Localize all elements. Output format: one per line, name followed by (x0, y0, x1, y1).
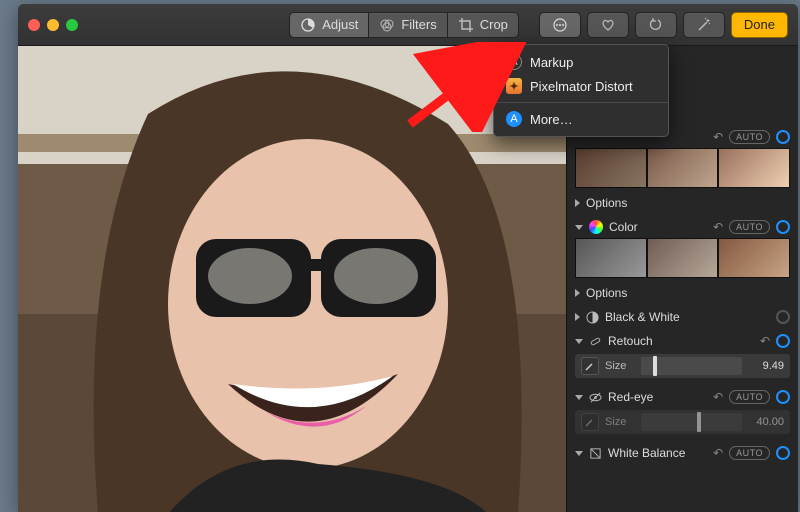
markup-icon: A (506, 54, 522, 70)
app-window: Adjust Filters Crop Done (18, 4, 798, 512)
thumb[interactable] (647, 148, 719, 188)
color-section-row[interactable]: Color ↶ AUTO (567, 214, 798, 238)
rotate-icon (648, 17, 664, 33)
thumb[interactable] (647, 238, 719, 278)
adjust-label: Adjust (322, 17, 358, 32)
markup-menu-item[interactable]: A Markup (494, 50, 668, 74)
size-label: Size (605, 416, 635, 428)
window-controls (28, 19, 78, 31)
auto-button[interactable]: AUTO (729, 130, 770, 144)
heart-icon (600, 17, 616, 33)
markup-label: Markup (530, 55, 573, 70)
color-wheel-icon (589, 220, 603, 234)
chevron-down-icon (575, 451, 583, 456)
titlebar: Adjust Filters Crop Done (18, 4, 798, 46)
wb-section-row[interactable]: White Balance ↶ AUTO (567, 440, 798, 464)
more-label: More… (530, 112, 573, 127)
edit-mode-segment: Adjust Filters Crop (289, 12, 519, 38)
chevron-right-icon (575, 313, 580, 321)
crop-tab[interactable]: Crop (447, 12, 519, 38)
color-label: Color (609, 220, 707, 234)
redeye-size-slider[interactable]: Size 40.00 (575, 410, 790, 434)
slider-track[interactable] (641, 413, 742, 431)
pixelmator-icon: ✦ (506, 78, 522, 94)
bw-label: Black & White (605, 310, 770, 324)
thumb[interactable] (718, 148, 790, 188)
crop-label: Crop (480, 17, 508, 32)
auto-button[interactable]: AUTO (729, 390, 770, 404)
options-row[interactable]: Options (567, 192, 798, 214)
retouch-size-slider[interactable]: Size 9.49 (575, 354, 790, 378)
toggle-ring[interactable] (776, 334, 790, 348)
retouch-label: Retouch (608, 334, 754, 348)
undo-icon[interactable]: ↶ (713, 390, 723, 404)
undo-icon[interactable]: ↶ (760, 334, 770, 348)
slider-track[interactable] (641, 357, 742, 375)
chevron-right-icon (575, 289, 580, 297)
brush-icon[interactable] (581, 413, 599, 431)
chevron-down-icon (575, 339, 583, 344)
extensions-button[interactable] (539, 12, 581, 38)
content-area: ↶ AUTO Options Color ↶ AUTO (18, 46, 798, 512)
retouch-section-row[interactable]: Retouch ↶ (567, 328, 798, 352)
adjust-tab[interactable]: Adjust (289, 12, 368, 38)
rotate-button[interactable] (635, 12, 677, 38)
toggle-ring[interactable] (776, 130, 790, 144)
chevron-down-icon (575, 225, 583, 230)
more-icon (552, 17, 568, 33)
filters-label: Filters (401, 17, 436, 32)
filters-tab[interactable]: Filters (368, 12, 446, 38)
wb-label: White Balance (608, 446, 707, 460)
pixelmator-menu-item[interactable]: ✦ Pixelmator Distort (494, 74, 668, 98)
photo-canvas[interactable] (18, 46, 566, 512)
brush-icon[interactable] (581, 357, 599, 375)
extensions-dropdown: A Markup ✦ Pixelmator Distort A More… (493, 44, 669, 137)
pixelmator-label: Pixelmator Distort (530, 79, 633, 94)
wand-icon (696, 17, 712, 33)
done-label: Done (744, 17, 775, 32)
retouch-size-value: 9.49 (748, 360, 784, 372)
size-label: Size (605, 360, 635, 372)
close-window-button[interactable] (28, 19, 40, 31)
chevron-right-icon (575, 199, 580, 207)
more-menu-item[interactable]: A More… (494, 107, 668, 131)
eye-icon (589, 391, 602, 404)
crop-icon (458, 17, 474, 33)
options-label: Options (586, 196, 790, 210)
auto-button[interactable]: AUTO (729, 220, 770, 234)
photo-placeholder (18, 46, 566, 512)
undo-icon[interactable]: ↶ (713, 446, 723, 460)
redeye-section-row[interactable]: Red-eye ↶ AUTO (567, 384, 798, 408)
undo-icon[interactable]: ↶ (713, 220, 723, 234)
chevron-down-icon (575, 395, 583, 400)
minimize-window-button[interactable] (47, 19, 59, 31)
light-thumbs[interactable] (567, 148, 798, 192)
toggle-ring[interactable] (776, 220, 790, 234)
filters-icon (379, 17, 395, 33)
favorite-button[interactable] (587, 12, 629, 38)
thumb[interactable] (718, 238, 790, 278)
enhance-button[interactable] (683, 12, 725, 38)
toggle-ring[interactable] (776, 446, 790, 460)
color-thumbs[interactable] (567, 238, 798, 282)
thumb[interactable] (575, 238, 647, 278)
redeye-label: Red-eye (608, 390, 707, 404)
done-button[interactable]: Done (731, 12, 788, 38)
wb-icon (589, 447, 602, 460)
options-row[interactable]: Options (567, 282, 798, 304)
toggle-ring[interactable] (776, 390, 790, 404)
bandage-icon (589, 335, 602, 348)
thumb[interactable] (575, 148, 647, 188)
redeye-size-value: 40.00 (748, 416, 784, 428)
appstore-icon: A (506, 111, 522, 127)
bw-section-row[interactable]: Black & White (567, 304, 798, 328)
bw-icon (586, 311, 599, 324)
undo-icon[interactable]: ↶ (713, 130, 723, 144)
options-label: Options (586, 286, 790, 300)
fullscreen-window-button[interactable] (66, 19, 78, 31)
menu-separator (494, 102, 668, 103)
auto-button[interactable]: AUTO (729, 446, 770, 460)
adjust-icon (300, 17, 316, 33)
toggle-ring[interactable] (776, 310, 790, 324)
